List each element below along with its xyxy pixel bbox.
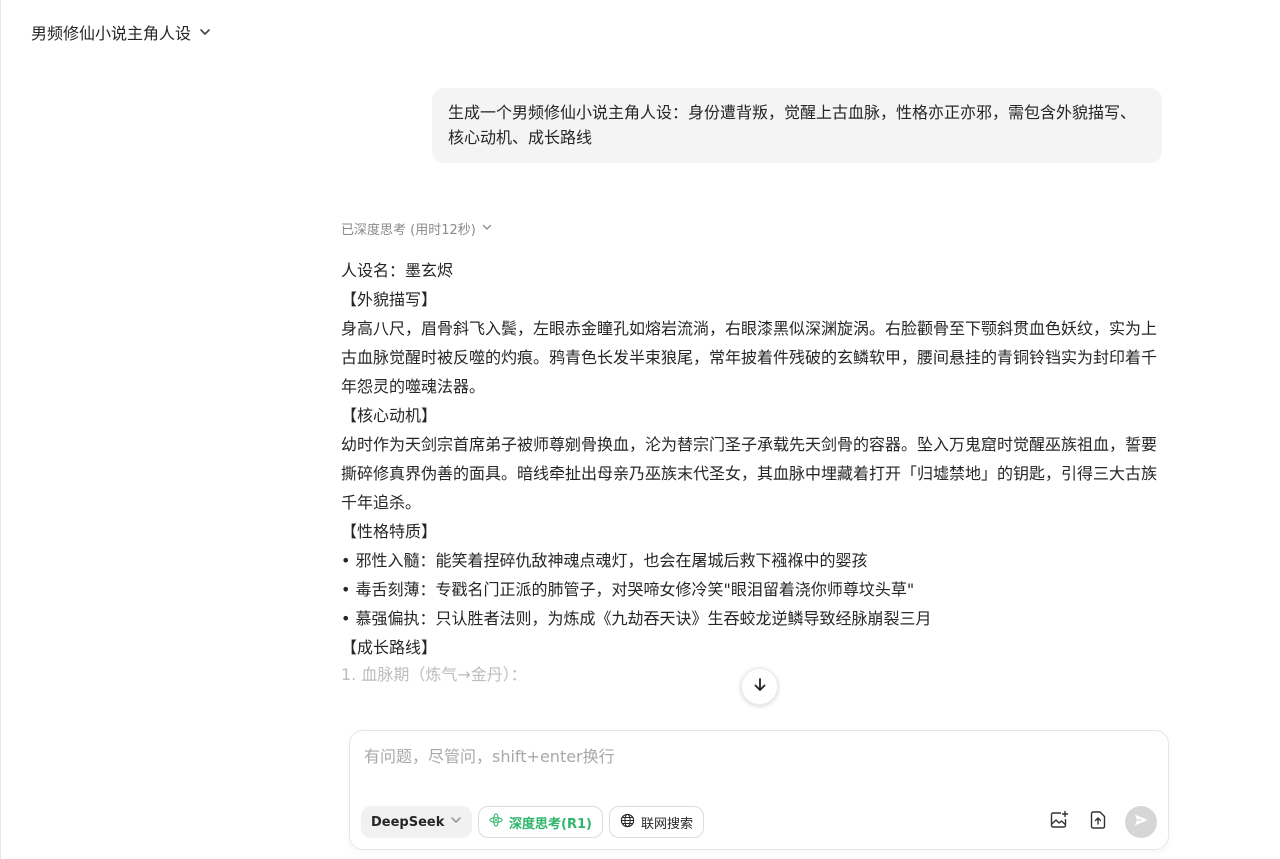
appearance-text: 身高八尺，眉骨斜飞入鬓，左眼赤金瞳孔如熔岩流淌，右眼漆黑似深渊旋涡。右脸颧骨至下… (341, 319, 1158, 396)
motive-heading: 【核心动机】 (341, 406, 438, 425)
trait-item: • 慕强偏执：只认胜者法则，为炼成《九劫吞天诀》生吞蛟龙逆鳞导致经脉崩裂三月 (341, 609, 932, 628)
send-icon (1133, 812, 1149, 832)
scroll-to-bottom-button[interactable] (741, 668, 778, 705)
trait-heading: 【性格特质】 (341, 522, 438, 541)
image-plus-icon (1049, 810, 1069, 834)
image-upload-button[interactable] (1044, 807, 1074, 837)
assistant-message: 已深度思考 (用时12秒) 人设名：墨玄烬 【外貌描写】 身高八尺，眉骨斜飞入鬓… (341, 216, 1166, 686)
file-upload-button[interactable] (1083, 807, 1113, 837)
deep-think-label: 已深度思考 (用时12秒) (341, 222, 476, 238)
model-label: DeepSeek (371, 814, 445, 830)
web-search-button[interactable]: 联网搜索 (609, 806, 705, 838)
model-selector[interactable]: DeepSeek (361, 806, 473, 838)
motive-text: 幼时作为天剑宗首席弟子被师尊剜骨换血，沦为替宗门圣子承载先天剑骨的容器。坠入万鬼… (341, 435, 1158, 512)
message-composer: DeepSeek 深度思考(R1) (349, 730, 1169, 850)
atom-icon (489, 813, 503, 831)
message-input[interactable] (364, 743, 1154, 783)
chat-page: 男频修仙小说主角人设 生成一个男频修仙小说主角人设：身份遭背叛，觉醒上古血脉，性… (0, 0, 1280, 859)
user-message-bubble: 生成一个男频修仙小说主角人设：身份遭背叛，觉醒上古血脉，性格亦正亦邪，需包含外貌… (432, 88, 1162, 163)
deep-think-toggle[interactable]: 已深度思考 (用时12秒) (341, 216, 492, 240)
arrow-down-icon (752, 677, 768, 697)
trait-item: • 毒舌刻薄：专戳名门正派的肺管子，对哭啼女修冷笑"眼泪留着浇你师尊坟头草" (341, 580, 915, 599)
send-button[interactable] (1125, 806, 1157, 838)
chat-title-text: 男频修仙小说主角人设 (31, 24, 192, 43)
trait-item: • 邪性入髓：能笑着捏碎仇敌神魂点魂灯，也会在屠城后救下襁褓中的婴孩 (341, 551, 868, 570)
chevron-down-icon (482, 221, 492, 236)
web-search-button-label: 联网搜索 (641, 816, 694, 832)
answer-body: 人设名：墨玄烬 【外貌描写】 身高八尺，眉骨斜飞入鬓，左眼赤金瞳孔如熔岩流淌，右… (341, 256, 1166, 686)
deep-think-button-label: 深度思考(R1) (509, 816, 592, 832)
deep-think-button[interactable]: 深度思考(R1) (478, 806, 603, 838)
chevron-down-icon (450, 814, 462, 830)
upload-file-icon (1088, 810, 1108, 834)
chevron-down-icon (199, 23, 211, 42)
user-message-text: 生成一个男频修仙小说主角人设：身份遭背叛，觉醒上古血脉，性格亦正亦邪，需包含外貌… (448, 103, 1137, 147)
character-name-line: 人设名：墨玄烬 (341, 261, 454, 280)
globe-icon (620, 813, 635, 832)
appearance-heading: 【外貌描写】 (341, 290, 438, 309)
growth-heading: 【成长路线】 (341, 638, 438, 657)
chat-title-dropdown[interactable]: 男频修仙小说主角人设 (31, 20, 211, 44)
